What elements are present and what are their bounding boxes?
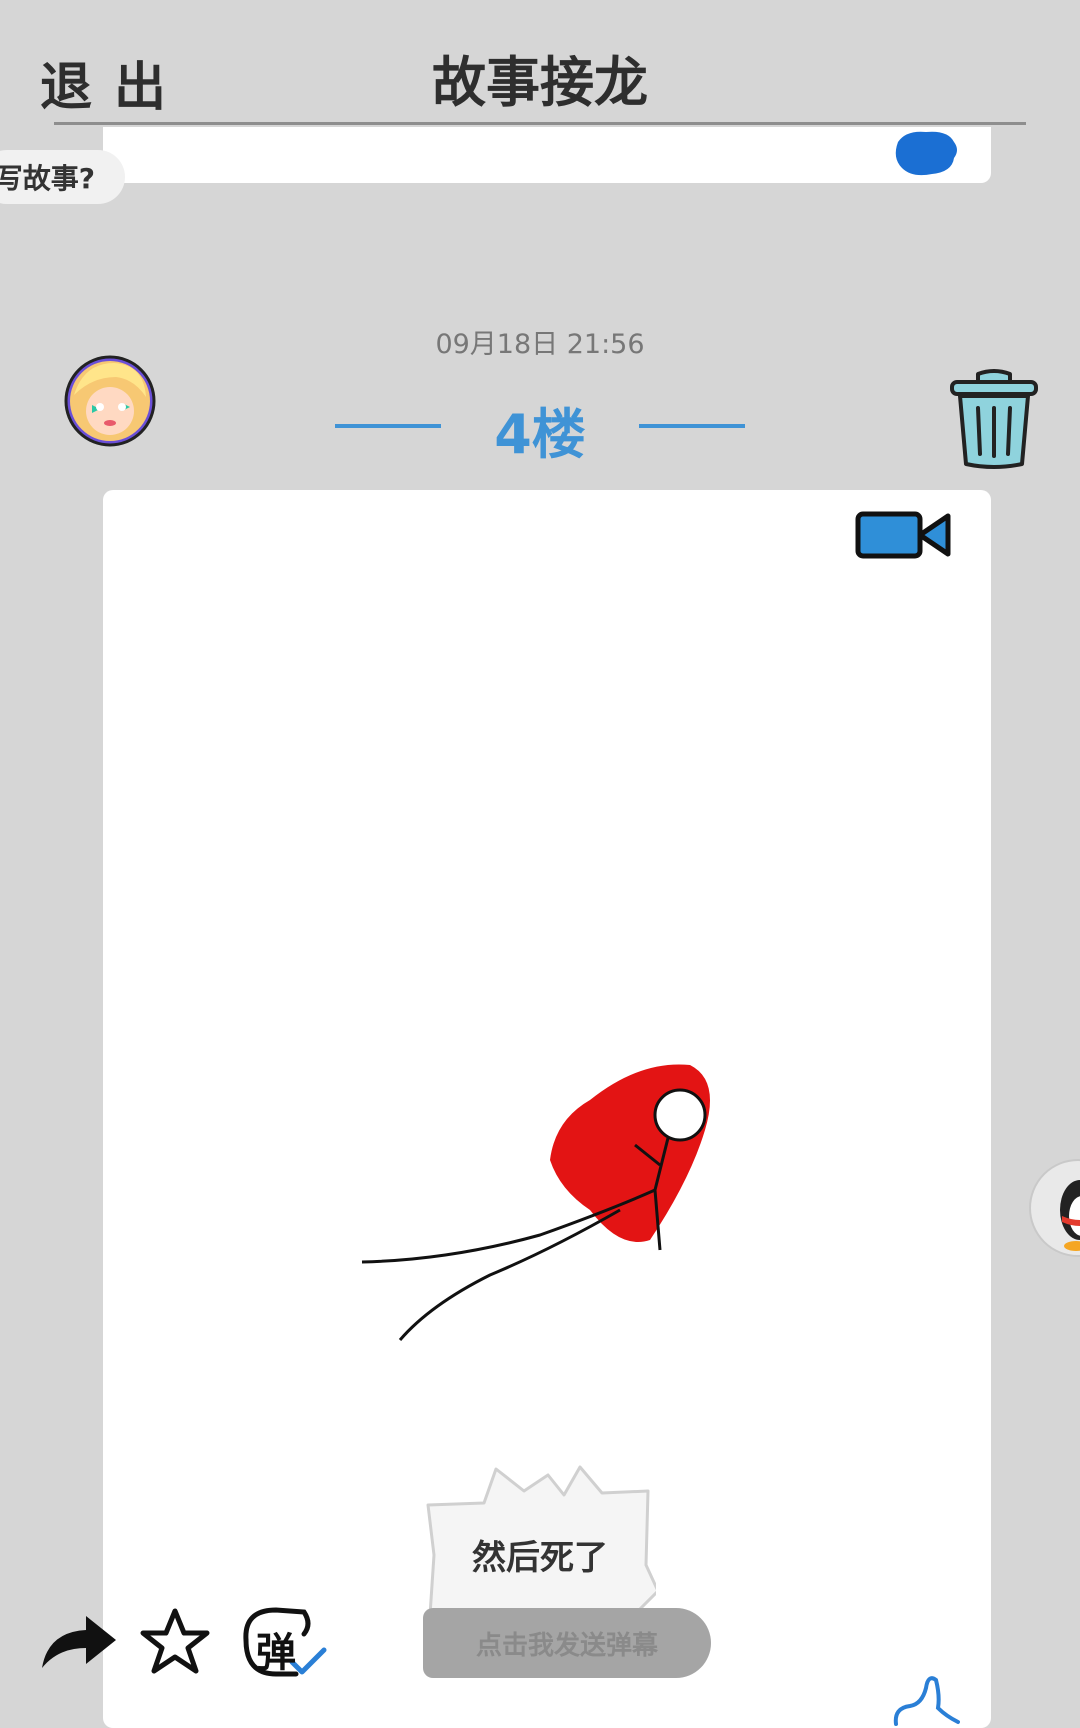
video-icon[interactable] (854, 508, 954, 562)
danmaku-toggle-button[interactable]: 弹 (236, 1604, 328, 1680)
floor-number: 4楼 (494, 403, 586, 466)
share-icon[interactable] (38, 1612, 120, 1672)
pen-icon[interactable] (890, 1666, 960, 1728)
write-story-pill[interactable]: 写故事? (0, 150, 125, 204)
qq-icon[interactable] (1028, 1158, 1080, 1258)
trash-icon[interactable] (948, 368, 1040, 470)
header-divider (54, 122, 1026, 125)
comment-text: 然后死了 (472, 1538, 608, 1578)
danmaku-input[interactable]: 点击我发送弹幕 (423, 1608, 711, 1678)
post-timestamp: 09月18日 21:56 (435, 329, 645, 360)
write-story-label: 写故事? (0, 162, 95, 195)
floor-divider-right (639, 424, 745, 428)
danmaku-toggle-label: 弹 (256, 1630, 296, 1676)
star-icon[interactable] (140, 1607, 210, 1677)
previous-post-card (103, 127, 991, 183)
stick-figure-drawing (361, 1064, 710, 1341)
page-title: 故事接龙 (432, 51, 648, 114)
blue-blob-drawing (895, 131, 957, 176)
